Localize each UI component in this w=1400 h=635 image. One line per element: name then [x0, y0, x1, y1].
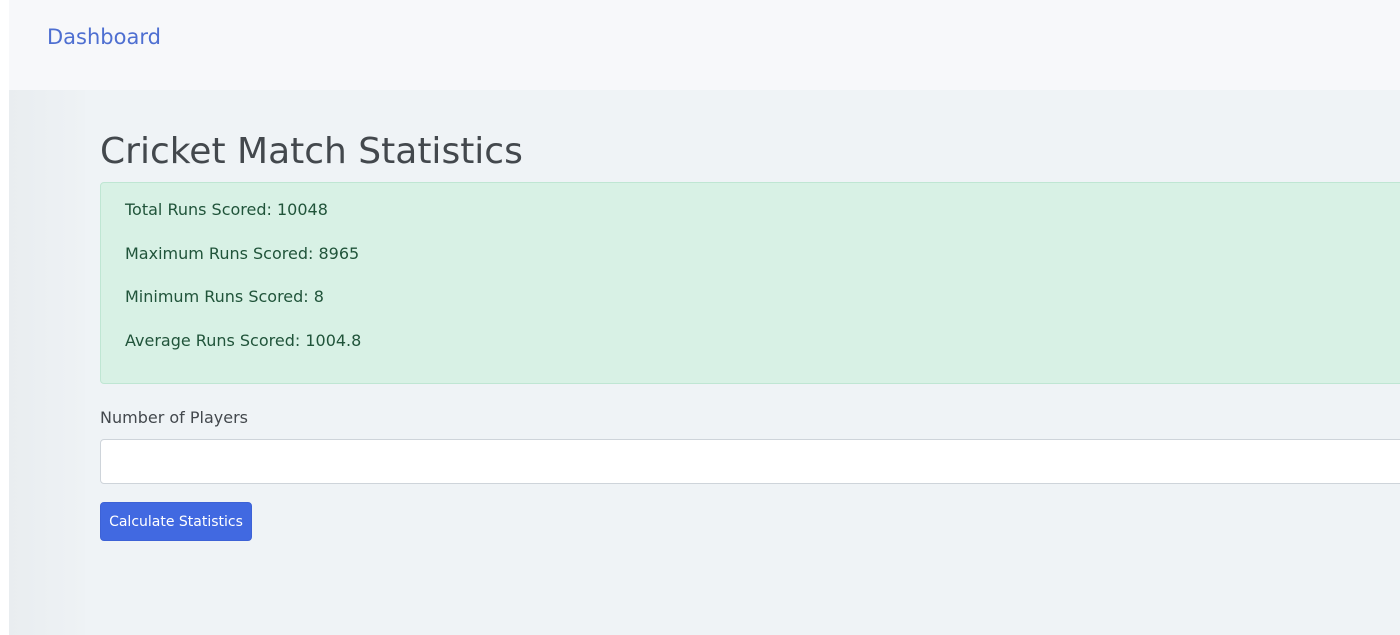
- calculate-statistics-button[interactable]: Calculate Statistics: [100, 502, 252, 541]
- page-title: Cricket Match Statistics: [100, 131, 523, 172]
- statistics-alert: Total Runs Scored: 10048 Maximum Runs Sc…: [100, 182, 1400, 384]
- players-field-label: Number of Players: [100, 408, 248, 427]
- navbar: Dashboard: [9, 0, 1400, 90]
- minimum-runs-stat: Minimum Runs Scored: 8: [125, 287, 324, 306]
- average-runs-stat: Average Runs Scored: 1004.8: [125, 331, 362, 350]
- players-input[interactable]: [100, 439, 1400, 484]
- total-runs-stat: Total Runs Scored: 10048: [125, 200, 328, 219]
- page: Dashboard Cricket Match Statistics Total…: [9, 0, 1400, 635]
- dashboard-link[interactable]: Dashboard: [47, 24, 161, 50]
- left-gutter: [9, 90, 85, 635]
- maximum-runs-stat: Maximum Runs Scored: 8965: [125, 244, 360, 263]
